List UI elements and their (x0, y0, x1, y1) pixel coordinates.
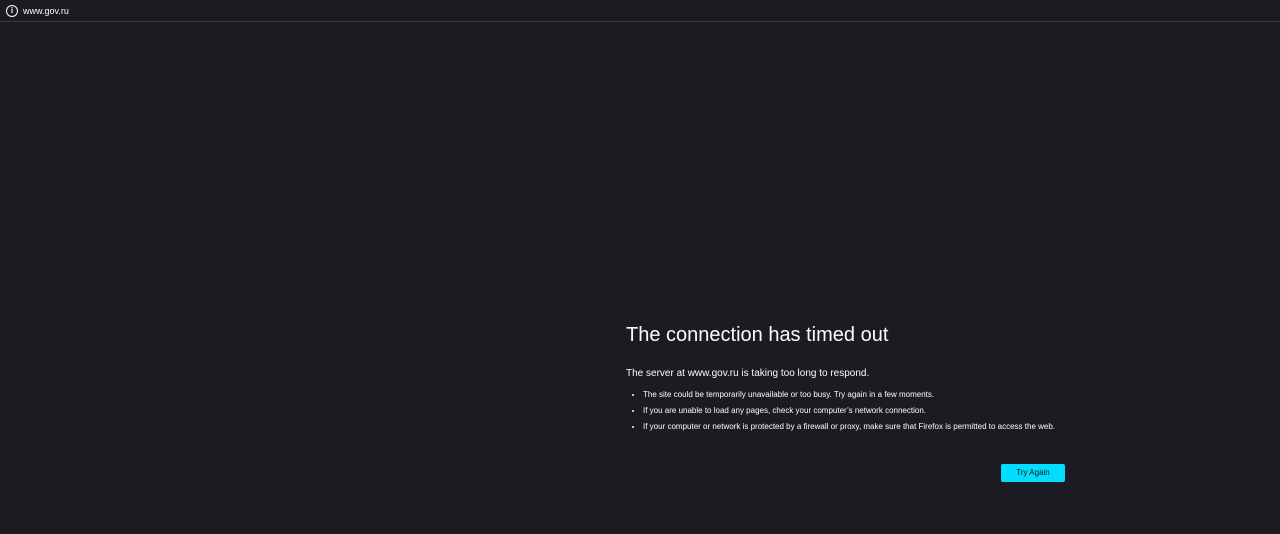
suggestion-item: If your computer or network is protected… (643, 421, 1068, 432)
info-icon[interactable]: i (6, 4, 18, 17)
suggestion-item: The site could be temporarily unavailabl… (643, 389, 1068, 400)
error-description: The server at www.gov.ru is taking too l… (626, 368, 870, 379)
url-bar[interactable]: i www.gov.ru (0, 0, 1280, 22)
suggestion-item: If you are unable to load any pages, che… (643, 405, 1068, 416)
error-title: The connection has timed out (626, 324, 889, 346)
error-container: The connection has timed out The server … (626, 322, 1068, 437)
url-text[interactable]: www.gov.ru (23, 6, 69, 16)
try-again-button[interactable]: Try Again (1001, 463, 1065, 482)
suggestion-list: The site could be temporarily unavailabl… (626, 389, 1068, 432)
button-row: Try Again (1001, 462, 1065, 482)
